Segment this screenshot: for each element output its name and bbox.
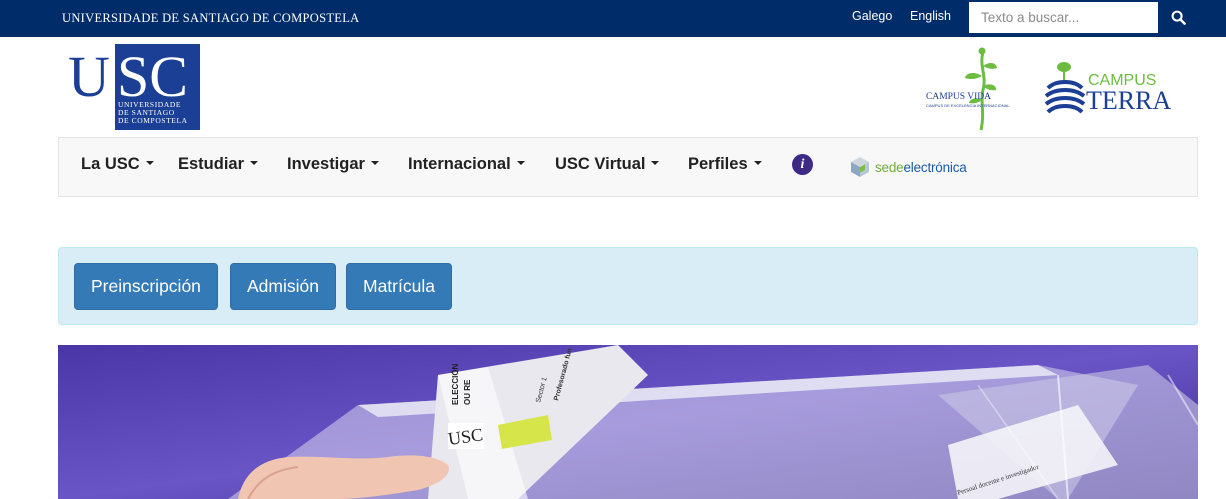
nav-internacional-label: Internacional	[408, 155, 511, 173]
campus-terra-logo[interactable]: CAMPUS TERRA	[1042, 58, 1187, 120]
sede-electronica-link[interactable]: sedeelectrónica	[849, 154, 967, 180]
caret-down-icon	[370, 160, 379, 165]
quick-actions-panel: Preinscripción Admisión Matrícula	[58, 247, 1198, 325]
campus-vida-logo[interactable]: CAMPUS VIDA CAMPUS DE EXCELENCIA INTERNA…	[925, 46, 1025, 132]
preinscripcion-button[interactable]: Preinscripción	[74, 263, 218, 310]
language-english-link[interactable]: English	[910, 9, 951, 23]
info-icon[interactable]: i	[792, 154, 813, 175]
usc-logo[interactable]: U SC UNIVERSIDADE DE SANTIAGO DE COMPOST…	[68, 44, 200, 130]
ballot-text-1: ELECCIÓN	[451, 363, 460, 405]
caret-down-icon	[516, 160, 525, 165]
nav-usc-virtual-label: USC Virtual	[555, 155, 646, 173]
cube-icon	[851, 157, 869, 177]
nav-investigar-label: Investigar	[287, 155, 365, 173]
campus-vida-title: CAMPUS VIDA	[926, 92, 991, 102]
nav-la-usc[interactable]: La USC	[81, 155, 154, 174]
ballot-text-2: OU RE	[463, 379, 472, 405]
language-galego-link[interactable]: Galego	[852, 9, 892, 23]
search-icon	[1171, 10, 1186, 25]
caret-down-icon	[250, 160, 259, 165]
campus-terra-line2: TERRA	[1086, 86, 1171, 115]
campus-vida-caption: CAMPUS DE EXCELENCIA INTERNACIONAL	[926, 103, 1010, 108]
nav-la-usc-label: La USC	[81, 155, 140, 173]
nav-usc-virtual[interactable]: USC Virtual	[555, 155, 660, 174]
nav-estudiar-label: Estudiar	[178, 155, 245, 173]
main-navbar: La USC Estudiar Investigar Internacional…	[58, 137, 1198, 197]
university-name: UNIVERSIDADE DE SANTIAGO DE COMPOSTELA	[62, 11, 360, 25]
nav-estudiar[interactable]: Estudiar	[178, 155, 259, 174]
caret-down-icon	[753, 160, 762, 165]
matricula-button[interactable]: Matrícula	[346, 263, 452, 310]
top-bar: UNIVERSIDADE DE SANTIAGO DE COMPOSTELA G…	[0, 0, 1226, 37]
nav-perfiles[interactable]: Perfiles	[688, 155, 762, 174]
logo-letter-u: U	[68, 44, 110, 109]
search-input[interactable]	[969, 2, 1158, 33]
nav-perfiles-label: Perfiles	[688, 155, 748, 173]
logo-subtitle-3: DE COMPOSTELA	[118, 116, 188, 125]
nav-internacional[interactable]: Internacional	[408, 155, 525, 174]
sede-label-part2: electrónica	[903, 159, 967, 175]
sede-label-part1: sede	[875, 159, 904, 175]
caret-down-icon	[651, 160, 660, 165]
caret-down-icon	[145, 160, 154, 165]
search-button[interactable]	[1158, 2, 1198, 33]
admision-button[interactable]: Admisión	[230, 263, 336, 310]
nav-investigar[interactable]: Investigar	[287, 155, 379, 174]
hero-image[interactable]: Persoal docente e investigador ELECCIÓN …	[58, 345, 1198, 499]
